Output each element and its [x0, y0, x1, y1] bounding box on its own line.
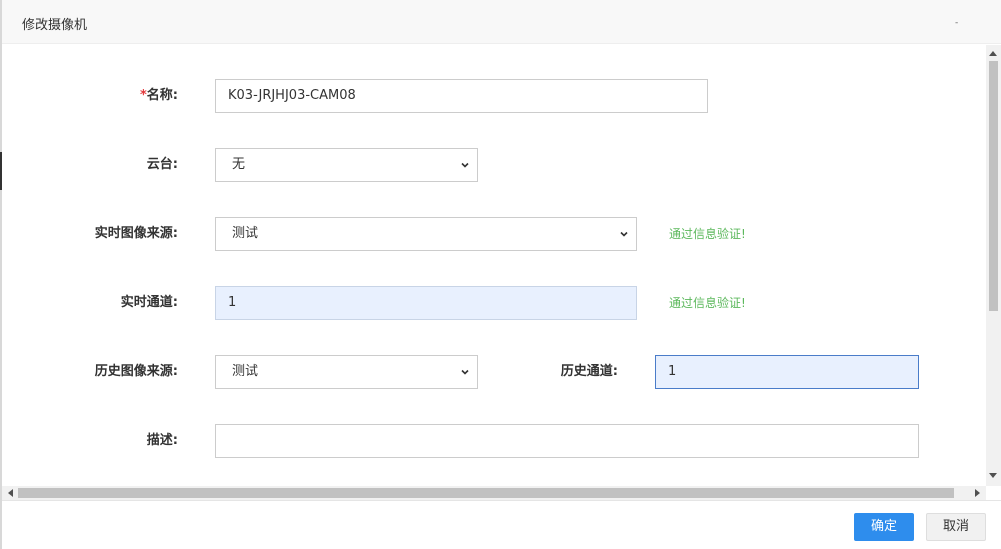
edit-camera-dialog: 修改摄像机 - *名称: K03-JRJHJ03-CAM08 云台: 无 实时图… [2, 0, 1001, 549]
history-source-select[interactable]: 测试 [215, 355, 478, 389]
name-label-text: 名称: [146, 88, 178, 103]
dialog-footer: 确定 取消 [2, 500, 1001, 549]
chevron-down-icon [461, 162, 469, 168]
description-input[interactable] [215, 424, 919, 458]
required-mark: * [139, 88, 147, 103]
scroll-left-icon[interactable] [8, 489, 13, 497]
live-channel-input[interactable]: 1 [215, 286, 637, 320]
horizontal-scrollbar-thumb[interactable] [18, 488, 954, 498]
live-source-label: 实时图像来源: [94, 226, 178, 241]
cancel-button[interactable]: 取消 [926, 513, 986, 541]
vertical-scrollbar[interactable] [986, 45, 1001, 486]
live-source-validation: 通过信息验证! [669, 227, 746, 241]
horizontal-scrollbar[interactable] [2, 486, 986, 500]
live-channel-validation: 通过信息验证! [669, 296, 746, 310]
dialog-content: *名称: K03-JRJHJ03-CAM08 云台: 无 实时图像来源: 测试 … [2, 45, 986, 486]
live-channel-label: 实时通道: [120, 295, 178, 310]
history-channel-label: 历史通道: [560, 364, 618, 379]
scroll-up-icon[interactable] [989, 51, 997, 56]
close-icon[interactable]: - [955, 19, 961, 28]
ptz-select[interactable]: 无 [215, 148, 478, 182]
history-source-label: 历史图像来源: [94, 364, 178, 379]
scroll-down-icon[interactable] [989, 473, 997, 478]
vertical-scrollbar-thumb[interactable] [989, 61, 998, 311]
confirm-button[interactable]: 确定 [854, 513, 914, 541]
name-label: *名称: [2, 79, 178, 113]
live-source-select[interactable]: 测试 [215, 217, 637, 251]
history-source-select-value: 测试 [232, 364, 259, 379]
history-channel-input[interactable]: 1 [655, 355, 919, 389]
description-label: 描述: [146, 433, 178, 448]
chevron-down-icon [620, 231, 628, 237]
live-source-select-value: 测试 [232, 226, 259, 241]
dialog-header: 修改摄像机 - [2, 0, 1001, 44]
ptz-select-value: 无 [232, 157, 246, 172]
ptz-label: 云台: [146, 157, 178, 172]
scroll-right-icon[interactable] [975, 489, 980, 497]
name-input[interactable]: K03-JRJHJ03-CAM08 [215, 79, 708, 113]
dialog-title: 修改摄像机 [22, 18, 88, 33]
